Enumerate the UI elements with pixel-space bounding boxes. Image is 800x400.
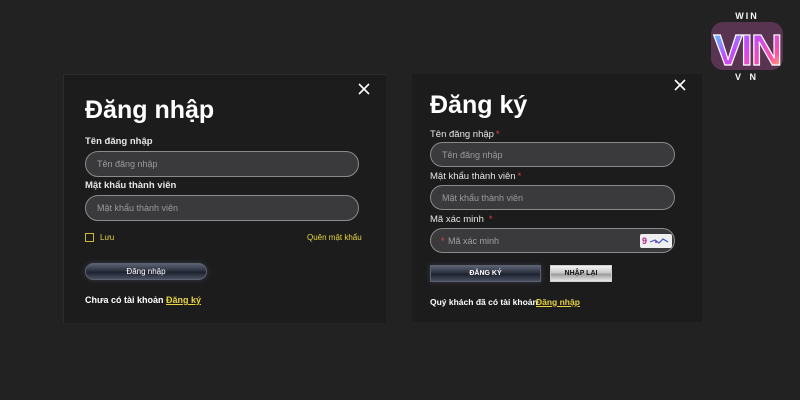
captcha-placeholder: Mã xác minh [448, 236, 500, 246]
captcha-image[interactable]: 9 [640, 234, 672, 248]
required-mark: * [517, 171, 522, 182]
captcha-label: Mã xác minh * [430, 214, 493, 225]
login-link[interactable]: Đăng nhập [536, 297, 580, 307]
captcha-noise-icon [649, 238, 669, 244]
register-username-label-text: Tên đăng nhập [430, 129, 494, 140]
logo-main-text: VIN [713, 26, 780, 75]
captcha-code: 9 [642, 236, 648, 246]
register-password-label-text: Mật khẩu thành viên [430, 171, 516, 182]
logo-top-text: WIN [735, 11, 759, 21]
close-icon [358, 83, 370, 95]
logo-graphic: WIN VIN V N [711, 11, 783, 82]
register-username-label: Tên đăng nhập * [430, 129, 500, 140]
have-account-text: Quý khách đã có tài khoản [430, 297, 538, 307]
login-submit-button[interactable]: Đăng nhập [85, 263, 207, 280]
captcha-label-text: Mã xác minh [430, 214, 484, 225]
captcha-input-wrapper[interactable]: * Mã xác minh 9 [430, 228, 675, 253]
register-submit-button[interactable]: ĐĂNG KÝ [430, 265, 541, 282]
login-password-input[interactable] [85, 195, 359, 221]
close-icon [674, 79, 686, 91]
register-reset-button[interactable]: NHẬP LẠI [550, 265, 612, 282]
register-username-input[interactable] [430, 142, 675, 167]
register-link[interactable]: Đăng ký [166, 295, 201, 305]
no-account-text: Chưa có tài khoản [85, 295, 164, 305]
login-password-label: Mật khẩu thành viên [85, 180, 177, 191]
forgot-password-link[interactable]: Quên mật khẩu [307, 233, 362, 242]
register-password-input[interactable] [430, 185, 675, 210]
login-panel: Đăng nhập Tên đăng nhập Mật khẩu thành v… [63, 74, 386, 323]
captcha-required-mark: * [441, 236, 445, 246]
login-username-label: Tên đăng nhập [85, 136, 153, 147]
login-close-button[interactable] [356, 81, 372, 97]
required-mark: * [495, 129, 500, 140]
login-username-input[interactable] [85, 151, 359, 177]
login-title: Đăng nhập [85, 96, 215, 124]
remember-label: Lưu [100, 233, 115, 242]
register-password-label: Mật khẩu thành viên * [430, 171, 521, 182]
required-mark: * [488, 214, 493, 225]
register-panel: Đăng ký Tên đăng nhập* Mật khẩu thành vi… [412, 74, 702, 322]
register-title: Đăng ký [430, 91, 528, 119]
logo-bottom-text: V N [735, 72, 759, 82]
remember-checkbox[interactable] [85, 233, 94, 242]
register-close-button[interactable] [672, 77, 688, 93]
brand-logo: WIN VIN V N [705, 8, 789, 86]
